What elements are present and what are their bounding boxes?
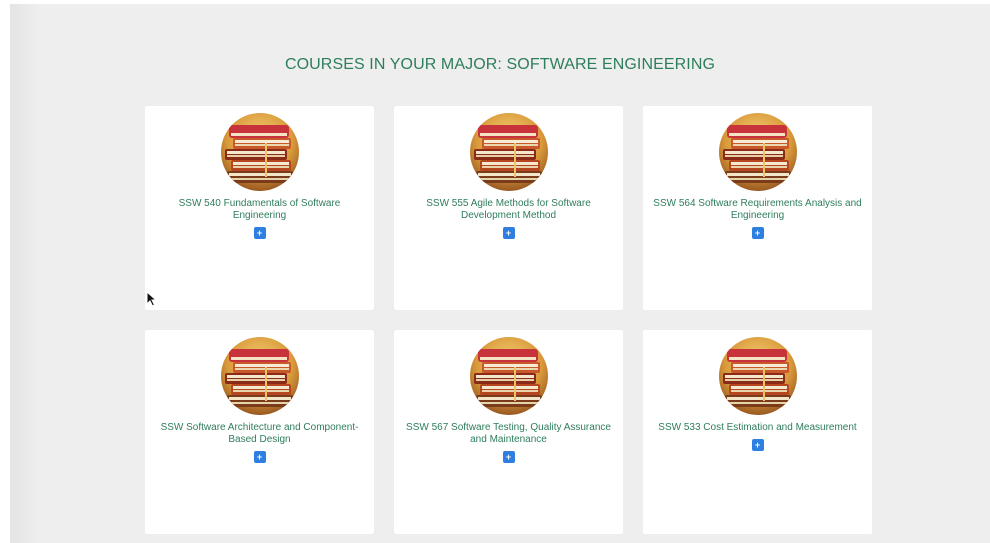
course-card: SSW 567 Software Testing, Quality Assura… [394,330,623,534]
course-grid: SSW 540 Fundamentals of Software Enginee… [145,106,873,534]
course-card: SSW 555 Agile Methods for Software Devel… [394,106,623,310]
course-card: SSW Software Architecture and Component-… [145,330,374,534]
course-title: SSW Software Architecture and Component-… [160,422,359,445]
course-title: SSW 567 Software Testing, Quality Assura… [406,422,611,445]
add-course-button[interactable]: + [502,227,515,239]
add-course-button[interactable]: + [751,439,764,451]
course-card: SSW 540 Fundamentals of Software Enginee… [145,106,374,310]
books-stack-image [718,113,797,191]
add-course-button[interactable]: + [751,227,764,239]
add-course-button[interactable]: + [253,227,266,239]
page-frame: COURSES IN YOUR MAJOR: SOFTWARE ENGINEER… [10,4,990,543]
course-title: SSW 533 Cost Estimation and Measurement [658,422,857,433]
books-stack-image [220,113,299,191]
add-course-button[interactable]: + [253,451,266,463]
course-card: SSW 564 Software Requirements Analysis a… [643,106,872,310]
course-title: SSW 555 Agile Methods for Software Devel… [426,198,591,221]
books-stack-image [220,337,299,415]
add-course-button[interactable]: + [502,451,515,463]
left-shadow [10,4,40,543]
books-stack-image [469,337,548,415]
course-title: SSW 564 Software Requirements Analysis a… [653,198,862,221]
books-stack-image [718,337,797,415]
page-title: COURSES IN YOUR MAJOR: SOFTWARE ENGINEER… [284,56,716,73]
course-title: SSW 540 Fundamentals of Software Enginee… [178,198,341,221]
course-card: SSW 533 Cost Estimation and Measurement … [643,330,872,534]
mouse-cursor-icon [146,290,158,312]
books-stack-image [469,113,548,191]
